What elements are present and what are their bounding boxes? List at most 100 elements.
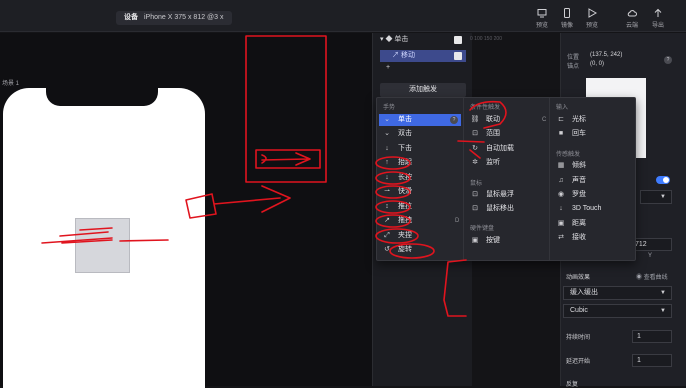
touch-icon: ↓ [559,205,563,212]
input-cursor[interactable]: ⊏ 光标 [556,114,586,126]
gesture-pinch-label: 夹捏 [398,232,412,239]
cloud-label: 云端 [625,23,638,29]
listen-icon: ✲ [472,159,478,166]
shortcut-hint-c: C [542,117,547,123]
gesture-swipe[interactable]: ⇀ 快滑 [382,186,412,198]
easing-value: 缓入缓出 [570,289,598,296]
add-trigger-button[interactable]: 添加触发 [380,83,466,97]
autoload-icon: ↻ [472,145,478,152]
receive-icon: ⇄ [558,234,564,241]
gesture-double-tap-label: 双击 [398,130,412,137]
rotate-icon: ↺ [384,246,390,253]
condition-listen-label: 监听 [486,159,500,166]
sensor-distance-label: 距离 [572,220,586,227]
duration-label: 持续时间 [566,335,591,341]
upload-button[interactable]: 导出 [647,8,669,29]
sensor-sound-label: 声音 [572,177,586,184]
condition-listen[interactable]: ✲ 监听 [470,157,500,169]
trigger-header[interactable]: ▾ ◆ 单击 [380,34,466,46]
anchor-value[interactable]: (0, 0) [590,61,604,67]
input-enter[interactable]: ■ 回车 [556,128,586,140]
gesture-long-press[interactable]: ↓ 长按 [382,172,412,184]
view-curve-text: 查看曲线 [643,275,668,281]
mouse-hover[interactable]: ⊡ 鼠标悬浮 [470,189,514,201]
hover-icon: ⊡ [472,191,478,198]
play-button[interactable]: 预览 [581,8,603,29]
grey-rectangle-layer[interactable] [75,218,130,273]
sensor-tilt[interactable]: ▦ 倾斜 [556,160,586,172]
condition-autoload[interactable]: ↻ 自动加载 [470,143,514,155]
range-icon: ⊡ [472,130,478,137]
chevron-down-icon: ▼ [660,194,666,200]
monitor-button[interactable]: 预览 [531,8,553,29]
property-select-top[interactable]: ▼ [640,190,672,204]
sound-icon: ♫ [558,177,564,184]
gesture-tap[interactable]: ⌄ 单击 ? [379,114,461,126]
coordinate-axis-label: Y [648,253,653,259]
gesture-drag-label: 拖拽 [398,217,412,224]
toggle-switch[interactable] [656,176,670,184]
inputs-column: 输入 ⊏ 光标 ■ 回车 传感触发 ▦ 倾斜 ♫ 声音 ◉ 罗盘 ↓ 3D Touch ▣ 距… [549,98,635,260]
mouse-out[interactable]: ⊡ 鼠标移出 [470,203,514,215]
gesture-press-down-label: 下击 [398,145,412,152]
condition-range[interactable]: ⊡ 范围 [470,128,500,140]
gesture-push[interactable]: ↕ 推拉 [382,201,412,213]
sensor-3d-touch[interactable]: ↓ 3D Touch [556,203,601,215]
sensor-heading: 传感触发 [556,152,581,158]
long-press-icon: ↓ [385,174,389,181]
mouse-out-icon: ⊡ [472,205,478,212]
mouse-hover-label: 鼠标悬浮 [486,191,514,198]
help-icon[interactable]: ? [450,116,458,124]
sensor-compass[interactable]: ◉ 罗盘 [556,189,586,201]
device-label: 设备 [124,14,138,21]
keyboard-key[interactable]: ▣ 按键 [470,235,500,247]
duration-field[interactable]: 1 [632,330,672,343]
trigger-title: 单击 [394,36,409,43]
ruler: 0 100 150 200 [470,36,502,42]
animation-label: 动画效果 [566,275,591,281]
condition-link-label: 联动 [486,116,500,123]
cloud-button[interactable]: 云端 [621,8,643,29]
gesture-rotate-label: 旋转 [398,246,412,253]
help-icon[interactable]: ? [664,56,672,64]
gesture-long-press-label: 长按 [398,174,412,181]
condition-autoload-label: 自动加载 [486,145,514,152]
sensor-receive[interactable]: ⇄ 接收 [556,232,586,244]
add-action-button[interactable]: + [386,64,390,71]
conditions-column: 条件性触发 ⛓ 联动 ⊡ 范围 ↻ 自动加载 ✲ 监听 鼠标 ⊡ 鼠标悬浮 ⊡ 鼠标移出 硬… [463,98,549,260]
distance-icon: ▣ [557,220,565,227]
gesture-lift[interactable]: ↑ 抬起 [382,157,412,169]
curve-select[interactable]: Cubic ▼ [563,304,672,318]
monitor-icon [537,9,547,18]
swipe-icon: ⇀ [384,188,390,195]
gesture-double-tap[interactable]: ⌄ 双击 [382,128,412,140]
view-curve-link[interactable]: ◉ 查看曲线 [636,272,668,281]
delay-label: 延迟开始 [566,359,591,365]
gesture-pinch[interactable]: ⤢ 夹捏 [382,230,412,242]
phone-button[interactable]: 镜像 [556,8,578,29]
gesture-drag[interactable]: ↗ 拖拽 [382,215,412,227]
delay-field[interactable]: 1 [632,354,672,367]
easing-select[interactable]: 缓入缓出 ▼ [563,286,672,300]
tilt-icon: ▦ [557,162,565,169]
action-checkbox[interactable] [454,52,462,60]
condition-link[interactable]: ⛓ 联动 [470,114,500,126]
position-value[interactable]: (137.5, 242) [590,52,622,58]
press-down-icon: ↓ [385,145,389,152]
sensor-distance[interactable]: ▣ 距离 [556,218,586,230]
coordinate-field[interactable]: 712 [630,238,672,251]
gesture-tap-label: 单击 [398,116,412,123]
double-tap-icon: ⌄ [384,130,390,137]
gesture-rotate[interactable]: ↺ 旋转 [382,244,412,256]
action-row-move[interactable]: ↗ 移动 [380,50,466,62]
device-selector[interactable]: 设备 iPhone X 375 x 812 @3 x [116,11,232,25]
sensor-tilt-label: 倾斜 [572,162,586,169]
cloud-icon [627,10,637,17]
gesture-press-down[interactable]: ↓ 下击 [382,143,412,155]
move-icon: ↗ [392,52,401,59]
sensor-receive-label: 接收 [572,234,586,241]
sensor-sound[interactable]: ♫ 声音 [556,175,586,187]
sensor-3d-touch-label: 3D Touch [572,205,602,212]
gesture-swipe-label: 快滑 [398,188,412,195]
trigger-checkbox[interactable] [454,36,462,44]
